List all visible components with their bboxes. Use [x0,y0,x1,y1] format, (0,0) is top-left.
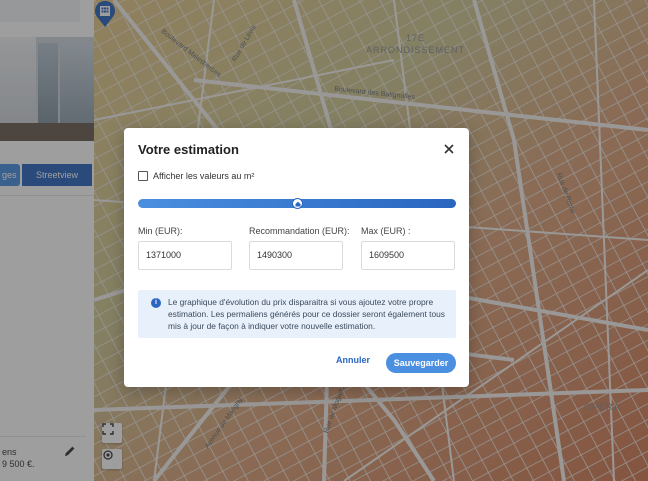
reco-input[interactable]: 1490300 [249,241,343,270]
cancel-button[interactable]: Annuler [336,355,370,365]
slider-handle[interactable] [292,198,303,209]
estimation-slider[interactable] [138,198,456,209]
home-icon [295,201,300,206]
max-label: Max (EUR) : [361,226,411,236]
values-per-m2-checkbox[interactable] [138,171,148,181]
info-box: i Le graphique d'évolution du prix dispa… [138,290,456,338]
checkbox-label: Afficher les valeurs au m² [153,171,255,181]
checkbox-row[interactable]: Afficher les valeurs au m² [138,171,254,181]
save-button[interactable]: Sauvegarder [386,353,456,373]
close-icon[interactable] [442,142,456,156]
min-input[interactable]: 1371000 [138,241,232,270]
modal-title: Votre estimation [138,142,239,157]
info-text: Le graphique d'évolution du prix dispara… [168,297,445,331]
min-label: Min (EUR): [138,226,183,236]
reco-label: Recommandation (EUR): [249,226,350,236]
info-icon: i [151,298,161,308]
estimation-modal: Votre estimation Afficher les valeurs au… [124,128,469,387]
max-input[interactable]: 1609500 [361,241,455,270]
